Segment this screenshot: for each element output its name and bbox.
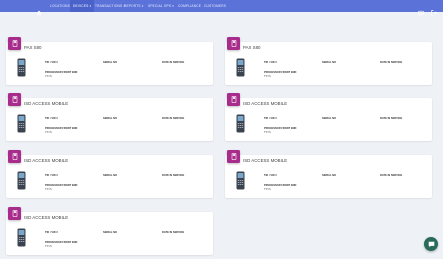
nav-item-special-ops[interactable]: SPECIAL OPS ▾ [148, 0, 174, 12]
card-title: ISD ACCESS MOBILE [243, 101, 288, 106]
device-card[interactable]: ISD ACCESS MOBILE TID / VID # SERIAL NO … [225, 93, 432, 141]
device-card[interactable]: ISD ACCESS MOBILE TID / VID # SERIAL NO … [225, 150, 432, 198]
pos-terminal-icon [8, 93, 21, 106]
date-in-service-label: DATE IN SERVICE [162, 231, 185, 234]
nav-item-devices[interactable]: DEVICES ▾ [70, 0, 95, 12]
device-image [17, 171, 26, 190]
serial-label: SERIAL NO [103, 117, 118, 120]
tid-label: TID / VID # [45, 174, 58, 177]
device-card[interactable]: PAX S80 TID / VID # SERIAL NO DATE IN SE… [225, 37, 432, 85]
date-in-service-label: DATE IN SERVICE [162, 61, 185, 64]
nav-item-customers[interactable]: CUSTOMERS [204, 0, 226, 12]
device-card[interactable]: ISD ACCESS MOBILE TID / VID # SERIAL NO … [6, 93, 213, 141]
pos-terminal-icon [227, 150, 240, 163]
device-card[interactable]: PAX S80 TID / VID # SERIAL NO DATE IN SE… [6, 37, 213, 85]
nav-item-reports[interactable]: REPORTS ▾ [124, 0, 144, 12]
pos-terminal-icon [8, 207, 21, 220]
logout-icon[interactable] [431, 3, 437, 16]
processor-value: TSYS [264, 188, 271, 191]
card-title: PAX S80 [24, 45, 42, 50]
processor-label: PROCESSOR FRONT END [45, 241, 78, 244]
device-image [17, 228, 26, 247]
settings-icon[interactable] [418, 3, 424, 16]
card-title: ISD ACCESS MOBILE [24, 158, 69, 163]
chat-button[interactable] [424, 237, 438, 251]
device-image [236, 58, 245, 77]
date-in-service-label: DATE IN SERVICE [162, 174, 185, 177]
pos-terminal-icon [8, 37, 21, 50]
processor-label: PROCESSOR FRONT END [264, 127, 297, 130]
date-in-service-label: DATE IN SERVICE [380, 61, 403, 64]
tid-label: TID / VID # [264, 117, 277, 120]
pos-terminal-icon [227, 37, 240, 50]
date-in-service-label: DATE IN SERVICE [380, 117, 403, 120]
card-title: ISD ACCESS MOBILE [243, 158, 288, 163]
serial-label: SERIAL NO [103, 61, 118, 64]
device-card[interactable]: ISD ACCESS MOBILE TID / VID # SERIAL NO … [6, 150, 213, 198]
processor-value: TSYS [45, 75, 52, 78]
processor-value: TSYS [264, 75, 271, 78]
device-image [236, 171, 245, 190]
processor-label: PROCESSOR FRONT END [264, 184, 297, 187]
date-in-service-label: DATE IN SERVICE [380, 174, 403, 177]
processor-label: PROCESSOR FRONT END [264, 71, 297, 74]
tid-label: TID / VID # [45, 61, 58, 64]
processor-value: TSYS [45, 188, 52, 191]
nav-item-compliance[interactable]: COMPLIANCE [178, 0, 201, 12]
processor-value: TSYS [45, 131, 52, 134]
card-title: ISD ACCESS MOBILE [24, 215, 69, 220]
processor-value: TSYS [264, 131, 271, 134]
tid-label: TID / VID # [264, 61, 277, 64]
nav-item-transactions[interactable]: TRANSACTIONS ▾ [95, 0, 125, 12]
processor-label: PROCESSOR FRONT END [45, 184, 78, 187]
serial-label: SERIAL NO [103, 231, 118, 234]
card-title: PAX S80 [243, 45, 261, 50]
tid-label: TID / VID # [45, 231, 58, 234]
device-image [17, 58, 26, 77]
processor-label: PROCESSOR FRONT END [45, 127, 78, 130]
card-title: ISD ACCESS MOBILE [24, 101, 69, 106]
processor-value: TSYS [45, 245, 52, 248]
chat-icon [428, 241, 434, 247]
pos-terminal-icon [227, 93, 240, 106]
tid-label: TID / VID # [45, 117, 58, 120]
pos-terminal-icon [8, 150, 21, 163]
serial-label: SERIAL NO [322, 61, 337, 64]
tid-label: TID / VID # [264, 174, 277, 177]
home-icon[interactable] [36, 3, 42, 16]
serial-label: SERIAL NO [322, 117, 337, 120]
serial-label: SERIAL NO [103, 174, 118, 177]
date-in-service-label: DATE IN SERVICE [162, 117, 185, 120]
processor-label: PROCESSOR FRONT END [45, 71, 78, 74]
device-image [17, 114, 26, 133]
top-navigation-bar: LOCATIONS ▾ DEVICES ▾ TRANSACTIONS ▾ REP… [0, 0, 443, 16]
device-image [236, 114, 245, 133]
serial-label: SERIAL NO [322, 174, 337, 177]
device-card[interactable]: ISD ACCESS MOBILE TID / VID # SERIAL NO … [6, 207, 213, 255]
